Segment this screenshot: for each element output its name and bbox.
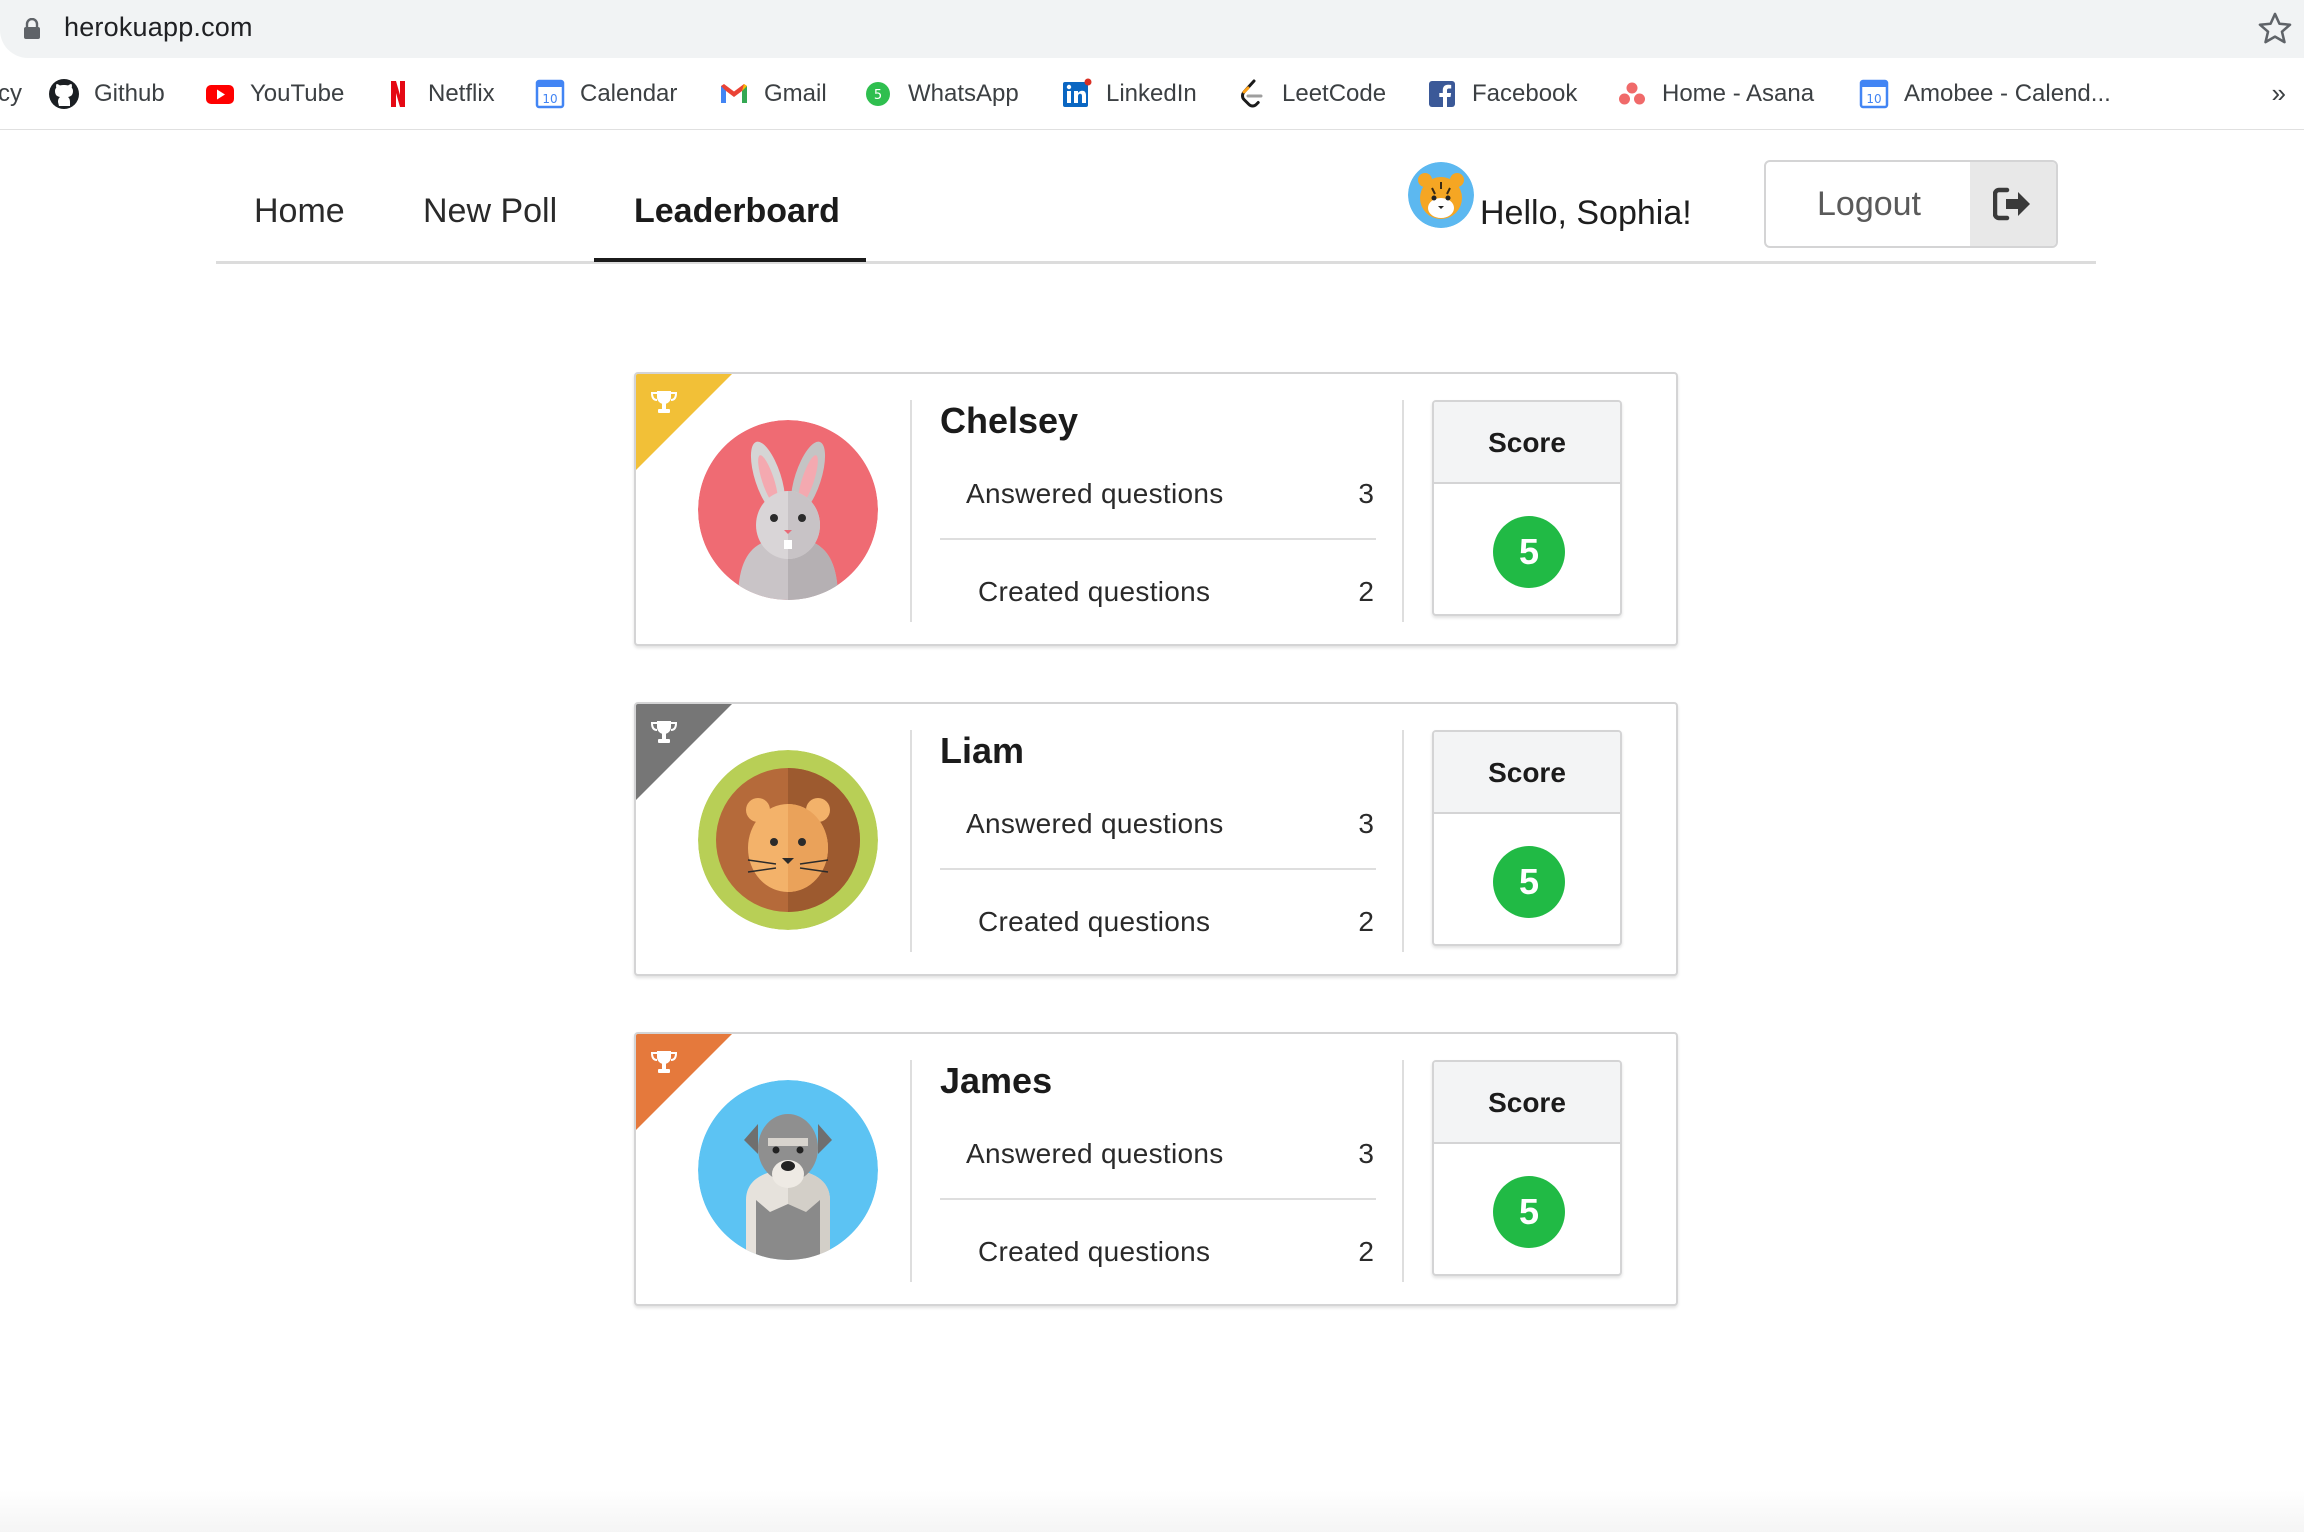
gmail-icon bbox=[718, 78, 750, 110]
bookmark-asana[interactable]: Home - Asana bbox=[1616, 74, 1814, 114]
facebook-icon bbox=[1426, 78, 1458, 110]
score-panel: Score 5 bbox=[1432, 400, 1622, 616]
github-icon bbox=[48, 78, 80, 110]
tab-home[interactable]: Home bbox=[254, 192, 345, 231]
svg-text:10: 10 bbox=[1866, 92, 1881, 106]
trophy-icon bbox=[650, 721, 678, 743]
score-header: Score bbox=[1434, 1062, 1620, 1144]
bookmark-netflix[interactable]: Netflix bbox=[382, 74, 495, 114]
card-divider bbox=[1402, 730, 1404, 952]
bookmark-whatsapp[interactable]: 5 WhatsApp bbox=[862, 74, 1019, 114]
player-name: James bbox=[940, 1060, 1053, 1101]
score-header: Score bbox=[1434, 402, 1620, 484]
row-divider bbox=[940, 1198, 1376, 1200]
active-tab-indicator bbox=[594, 258, 866, 262]
answered-questions-value: 3 bbox=[1358, 478, 1374, 509]
created-questions-value: 2 bbox=[1358, 1236, 1374, 1267]
bookmark-calendar[interactable]: 10 Calendar bbox=[534, 74, 677, 114]
player-name: Liam bbox=[940, 730, 1025, 771]
player-name: Chelsey bbox=[940, 400, 1079, 441]
netflix-icon bbox=[382, 78, 414, 110]
created-questions-label: Created questions bbox=[978, 576, 1211, 607]
leaderboard-card: Liam Answered questions 3 Created questi… bbox=[634, 702, 1678, 976]
answered-questions-value: 3 bbox=[1358, 1138, 1374, 1169]
card-divider bbox=[1402, 1060, 1404, 1282]
linkedin-icon bbox=[1060, 78, 1092, 110]
answered-questions-label: Answered questions bbox=[966, 1138, 1224, 1169]
bookmark-leetcode[interactable]: LeetCode bbox=[1236, 74, 1386, 114]
bookmark-amobee-calendar[interactable]: 10 Amobee - Calend... bbox=[1858, 74, 2111, 114]
row-divider bbox=[940, 868, 1376, 870]
score-badge: 5 bbox=[1493, 846, 1565, 918]
tab-new-poll[interactable]: New Poll bbox=[423, 192, 557, 231]
leaderboard-card: James Answered questions 3 Created quest… bbox=[634, 1032, 1678, 1306]
created-questions-label: Created questions bbox=[978, 1236, 1211, 1267]
logout-label: Logout bbox=[1817, 185, 1921, 223]
trophy-icon bbox=[650, 391, 678, 413]
score-header: Score bbox=[1434, 732, 1620, 814]
sign-out-icon bbox=[1970, 162, 2056, 246]
leaderboard-card: Chelsey Answered questions 3 Created que… bbox=[634, 372, 1678, 646]
asana-icon bbox=[1616, 78, 1648, 110]
score-badge: 5 bbox=[1493, 516, 1565, 588]
browser-address-bar[interactable]: herokuapp.com bbox=[0, 0, 2304, 58]
created-questions-label: Created questions bbox=[978, 906, 1211, 937]
dog-avatar bbox=[698, 1080, 878, 1260]
bookmark-star-icon[interactable] bbox=[2256, 10, 2294, 48]
user-greeting: Hello, Sophia! bbox=[1480, 194, 1692, 232]
bookmark-youtube[interactable]: YouTube bbox=[204, 74, 344, 114]
svg-text:5: 5 bbox=[874, 88, 882, 103]
bookmark-truncated[interactable]: cy bbox=[0, 74, 22, 114]
score-badge: 5 bbox=[1493, 1176, 1565, 1248]
card-divider bbox=[1402, 400, 1404, 622]
card-divider bbox=[910, 1060, 912, 1282]
logout-button[interactable]: Logout bbox=[1764, 160, 2058, 248]
bookmarks-overflow-button[interactable]: » bbox=[2272, 78, 2286, 109]
answered-questions-label: Answered questions bbox=[966, 478, 1224, 509]
lock-icon bbox=[24, 18, 40, 39]
leetcode-icon bbox=[1236, 78, 1268, 110]
calendar-icon: 10 bbox=[534, 78, 566, 110]
svg-text:10: 10 bbox=[542, 92, 557, 106]
trophy-icon bbox=[650, 1051, 678, 1073]
whatsapp-icon: 5 bbox=[862, 78, 894, 110]
score-panel: Score 5 bbox=[1432, 1060, 1622, 1276]
bookmarks-bar: cy Github YouTube Netflix 10 Calendar Gm… bbox=[0, 58, 2304, 130]
card-divider bbox=[910, 400, 912, 622]
answered-questions-value: 3 bbox=[1358, 808, 1374, 839]
rabbit-avatar bbox=[698, 420, 878, 600]
user-avatar bbox=[1408, 162, 1474, 228]
score-panel: Score 5 bbox=[1432, 730, 1622, 946]
created-questions-value: 2 bbox=[1358, 906, 1374, 937]
tab-leaderboard[interactable]: Leaderboard bbox=[634, 192, 840, 231]
bookmark-facebook[interactable]: Facebook bbox=[1426, 74, 1577, 114]
answered-questions-label: Answered questions bbox=[966, 808, 1224, 839]
top-navigation: Home New Poll Leaderboard Hello, Sophia!… bbox=[216, 130, 2096, 264]
url-text[interactable]: herokuapp.com bbox=[64, 12, 253, 43]
calendar-icon: 10 bbox=[1858, 78, 1890, 110]
card-divider bbox=[910, 730, 912, 952]
bookmark-gmail[interactable]: Gmail bbox=[718, 74, 827, 114]
lion-avatar bbox=[698, 750, 878, 930]
bookmark-github[interactable]: Github bbox=[48, 74, 165, 114]
bookmark-linkedin[interactable]: LinkedIn bbox=[1060, 74, 1197, 114]
row-divider bbox=[940, 538, 1376, 540]
page-bottom-edge bbox=[0, 1490, 2304, 1532]
youtube-icon bbox=[204, 78, 236, 110]
created-questions-value: 2 bbox=[1358, 576, 1374, 607]
